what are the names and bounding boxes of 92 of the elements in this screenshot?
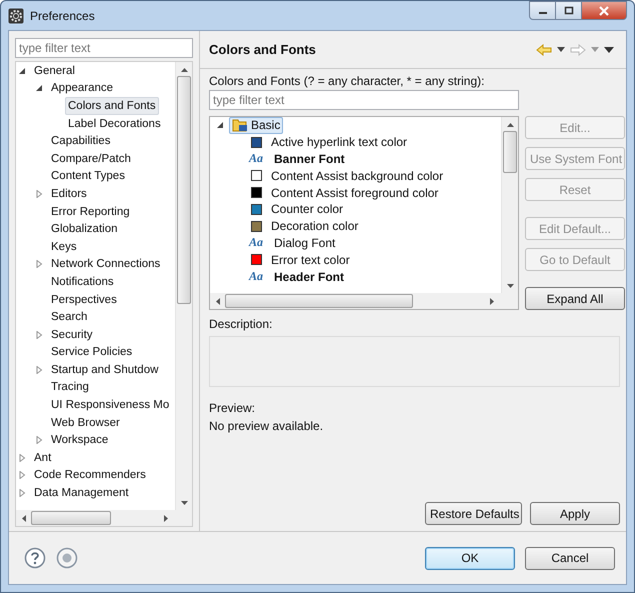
maximize-icon [564,6,574,16]
tree-item[interactable]: Security [48,326,96,344]
app-gear-icon [8,8,24,24]
vertical-scrollbar[interactable] [501,117,518,293]
tree-item[interactable]: Counter color [271,202,344,216]
scrollbar-thumb[interactable] [177,76,191,304]
collapsed-arrow-icon[interactable] [18,471,26,480]
scrollbar-thumb[interactable] [31,511,111,525]
tree-item[interactable]: Label Decorations [65,114,164,133]
page-button[interactable]: Restore Defaults [425,502,522,525]
filter-label: Colors and Fonts (? = any character, * = any string): [209,73,484,90]
vertical-scrollbar[interactable] [175,62,192,510]
tree-item[interactable]: Keys [48,238,80,256]
minimize-button[interactable] [529,1,556,20]
tree-item[interactable]: Editors [48,184,90,203]
page-title: Colors and Fonts [209,42,316,57]
tree-item[interactable]: Active hyperlink text color [271,135,408,150]
scrollbar-thumb[interactable] [225,294,413,308]
tree-item[interactable]: Appearance [48,79,116,98]
tree-item[interactable]: UI Responsiveness Mo [48,396,172,414]
collapsed-arrow-icon[interactable] [35,436,43,444]
scroll-down-icon[interactable] [180,501,188,505]
tree-item[interactable]: Code Recommenders [31,466,149,484]
dropdown-caret-icon[interactable] [557,47,565,52]
filter-field[interactable]: type filter text [15,38,193,58]
collapsed-arrow-icon[interactable] [18,454,26,462]
dialog-button[interactable]: OK [425,546,515,570]
tree-item[interactable]: Compare/Patch [48,150,134,168]
page-button[interactable]: Apply [530,502,620,525]
tree-item[interactable]: Error text color [271,252,350,267]
tree-item[interactable]: Service Policies [48,343,136,362]
tree-item[interactable]: Header Font [274,270,344,284]
horizontal-scrollbar[interactable] [210,293,518,309]
tree-item[interactable]: Error Reporting [48,202,133,221]
menu-caret-icon[interactable] [604,46,614,52]
tree-item[interactable]: Workspace [48,431,112,450]
scroll-right-icon[interactable] [164,514,168,522]
tree-item[interactable]: Notifications [48,272,117,291]
tree-item[interactable]: Content Assist background color [271,168,444,183]
tree-item[interactable]: Tracing [48,378,92,396]
tree-item[interactable]: Perspectives [48,290,120,309]
back-arrow-icon[interactable] [536,44,552,56]
font-icon: Aa [249,269,271,284]
scroll-left-icon[interactable] [216,298,220,304]
maximize-button[interactable] [555,1,582,20]
font-icon: Aa [249,151,271,166]
font-icon: Aa [249,235,271,250]
tree-item[interactable]: Web Browser [48,414,123,432]
scroll-down-icon[interactable] [506,284,514,288]
dialog-button[interactable]: Cancel [525,546,615,570]
expanded-arrow-icon[interactable] [216,121,224,130]
scroll-left-icon[interactable] [22,514,26,522]
close-button[interactable] [581,1,627,20]
scroll-right-icon[interactable] [490,298,494,304]
tree-item[interactable]: Search [48,308,90,326]
tree-item[interactable]: Startup and Shutdow [48,360,162,379]
preview-label: Preview: [209,400,256,417]
category-item[interactable]: Basic [229,117,284,134]
record-icon[interactable] [56,547,78,569]
tree-item[interactable]: Ant [31,448,54,467]
forward-arrow-icon[interactable] [570,44,586,56]
preview-text: No preview available. [209,418,324,435]
tree-item[interactable]: Banner Font [274,152,345,166]
action-button[interactable]: Expand All [525,287,625,310]
scrollbar-thumb[interactable] [503,131,517,173]
tree-item[interactable]: Network Connections [48,255,164,274]
window-title: Preferences [30,8,95,22]
tree-item[interactable]: Globalization [48,220,120,238]
filter-field[interactable]: type filter text [209,90,519,110]
collapsed-arrow-icon[interactable] [35,366,43,374]
scroll-up-icon[interactable] [180,68,188,72]
folder-icon [232,118,248,132]
tree-item[interactable]: Data Management [31,484,132,502]
collapsed-arrow-icon[interactable] [35,190,43,198]
help-icon[interactable] [24,547,46,569]
tree-item[interactable]: Decoration color [271,219,358,234]
collapsed-arrow-icon[interactable] [35,260,43,268]
minimize-icon [538,12,546,14]
tree-item[interactable]: Content Types [48,167,128,186]
tree-item[interactable]: Capabilities [48,132,114,150]
expanded-arrow-icon[interactable] [18,66,26,75]
collapsed-arrow-icon[interactable] [18,489,26,498]
horizontal-scrollbar[interactable] [16,510,192,526]
scroll-up-icon[interactable] [506,123,514,127]
description-label: Description: [209,316,272,333]
expanded-arrow-icon[interactable] [35,84,43,92]
tree-item[interactable]: Dialog Font [274,236,336,250]
close-icon [598,6,610,16]
tree-item[interactable]: General [31,62,78,80]
tree-item[interactable]: Content Assist foreground color [271,186,438,200]
tree-item[interactable]: Colors and Fonts [65,96,159,115]
collapsed-arrow-icon[interactable] [35,330,43,339]
